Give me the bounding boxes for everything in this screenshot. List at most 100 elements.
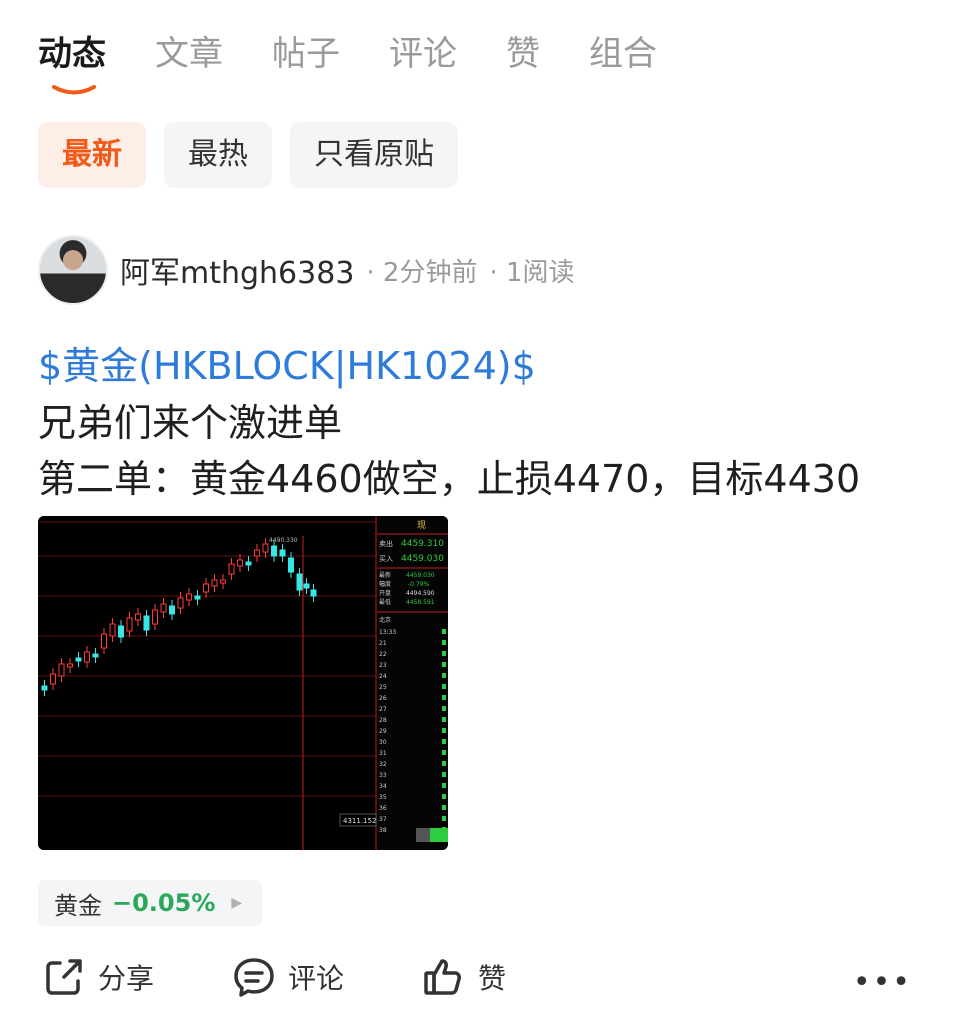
candle-body	[143, 615, 150, 631]
like-button[interactable]: 赞	[422, 955, 506, 999]
share-icon	[46, 959, 82, 995]
panel-volume-mark	[442, 684, 446, 689]
panel-volume-mark	[442, 651, 446, 656]
panel-header: 现	[417, 520, 426, 531]
candle-body	[169, 605, 175, 615]
panel-volume-mark	[442, 783, 446, 788]
panel-time: 35	[379, 794, 387, 801]
panel-time: 25	[379, 684, 387, 691]
panel-row-label: 最新	[379, 571, 391, 579]
candle-body	[303, 583, 310, 589]
author-name[interactable]: 阿军mthgh6383	[120, 248, 354, 292]
panel-time: 22	[379, 651, 387, 658]
panel-time: 31	[379, 750, 387, 757]
tab-likes[interactable]: 赞	[506, 30, 540, 78]
post-text-line-2: 第二单：黄金4460做空，止损4470，目标4430	[38, 457, 861, 501]
panel-volume-mark	[442, 805, 446, 810]
candle-body	[177, 597, 184, 609]
candle-body	[160, 603, 167, 613]
panel-time: 26	[379, 695, 387, 702]
panel-volume-mark	[442, 739, 446, 744]
panel-sell-value: 4459.310	[401, 539, 444, 549]
chart-screenshot-image[interactable]: 4490.330 4311.152 现 卖出 4459.310 买入 4459.…	[38, 516, 448, 850]
share-label: 分享	[98, 962, 155, 995]
candle-body	[67, 663, 73, 668]
share-button[interactable]: 分享	[42, 955, 154, 999]
candle-body	[50, 673, 56, 685]
tab-articles[interactable]: 文章	[155, 30, 223, 78]
candle-body	[152, 609, 158, 625]
tab-posts[interactable]: 帖子	[272, 30, 340, 78]
panel-row-value: 4459.030	[406, 572, 435, 579]
panel-row-value: 4458.591	[406, 599, 435, 606]
panel-volume-mark	[442, 706, 446, 711]
candle-body	[75, 657, 82, 662]
tab-dynamic[interactable]: 动态	[38, 30, 106, 78]
panel-volume-mark	[442, 794, 446, 799]
filter-hottest[interactable]: 最热	[164, 122, 272, 188]
panel-time: 21	[379, 640, 387, 647]
candle-body	[245, 561, 252, 566]
post-text-line-1: 兄弟们来个激进单	[38, 401, 343, 445]
panel-volume-mark	[442, 629, 446, 634]
panel-time: 32	[379, 761, 387, 768]
panel-time: 36	[379, 805, 387, 812]
candle-body	[254, 549, 260, 557]
panel-volume-mark	[442, 673, 446, 678]
panel-volume-mark	[442, 816, 446, 821]
panel-time: 27	[379, 706, 387, 713]
active-tab-indicator	[52, 85, 96, 95]
stock-link[interactable]: $黄金(HKBLOCK|HK1024)$	[38, 335, 536, 390]
candle-body	[186, 593, 192, 601]
thumbs-up-icon	[424, 959, 461, 995]
avatar[interactable]	[38, 235, 108, 305]
tab-portfolio[interactable]: 组合	[589, 30, 657, 78]
filter-latest[interactable]: 最新	[38, 122, 146, 188]
filter-original-only[interactable]: 只看原贴	[290, 122, 458, 188]
post-reads: · 1阅读	[489, 257, 575, 288]
panel-time: 37	[379, 816, 387, 823]
panel-row-label: 开盘	[379, 589, 391, 597]
more-options-button[interactable]: •••	[853, 965, 912, 1000]
panel-region: 北京	[379, 616, 391, 624]
candle-body	[109, 623, 116, 637]
candle-body	[101, 633, 107, 649]
play-arrow-icon: ▶	[231, 895, 243, 911]
candle-body	[126, 617, 133, 632]
panel-time: 24	[379, 673, 387, 680]
candle-body	[84, 651, 90, 663]
panel-volume-mark	[442, 717, 446, 722]
stock-tag[interactable]: 黄金 −0.05% ▶	[38, 880, 263, 926]
comment-icon	[234, 958, 274, 997]
panel-volume-mark	[442, 750, 446, 755]
chart-bottom-price-label: 4311.152	[343, 817, 376, 825]
comment-button[interactable]: 评论	[232, 955, 344, 999]
profile-tabs: 动态 文章 帖子 评论 赞 组合	[38, 30, 706, 78]
comment-label: 评论	[288, 962, 345, 995]
candle-body	[271, 545, 277, 557]
candle-body	[310, 589, 317, 597]
post-author-row: 阿军mthgh6383 · 2分钟前 · 1阅读	[38, 235, 575, 305]
candlestick-chart: 4490.330 4311.152 现 卖出 4459.310 买入 4459.…	[38, 516, 448, 850]
panel-time: 13:33	[379, 629, 396, 636]
panel-time: 33	[379, 772, 387, 779]
panel-time: 28	[379, 717, 387, 724]
tab-comments[interactable]: 评论	[389, 30, 457, 78]
panel-volume-mark	[442, 761, 446, 766]
panel-time: 38	[379, 827, 387, 834]
candle-body	[220, 579, 226, 584]
panel-volume-mark	[442, 640, 446, 645]
panel-time: 34	[379, 783, 387, 790]
panel-time: 29	[379, 728, 387, 735]
candle-body	[237, 559, 243, 567]
candle-body	[92, 653, 99, 658]
panel-row-value: 4494.590	[406, 590, 435, 597]
panel-row-value: -0.79%	[408, 581, 430, 588]
panel-time: 23	[379, 662, 387, 669]
candle-body	[211, 579, 218, 587]
panel-row-label: 幅度	[379, 580, 391, 588]
panel-volume-mark	[442, 695, 446, 700]
panel-buy-label: 买入	[379, 555, 393, 563]
panel-volume-mark	[442, 772, 446, 777]
candle-body	[279, 549, 286, 557]
